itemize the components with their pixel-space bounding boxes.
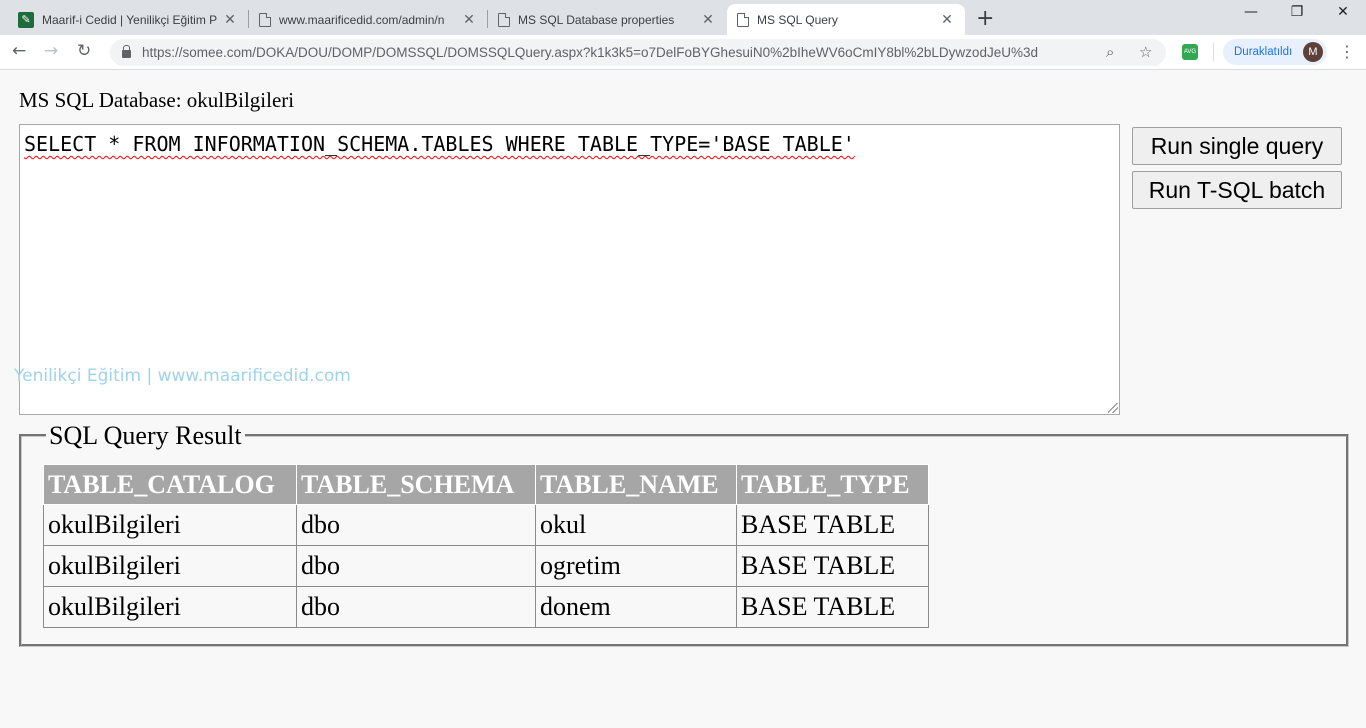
close-icon[interactable]: ✕ [939, 11, 955, 28]
table-cell: donem [535, 586, 737, 628]
toolbar-divider [1213, 43, 1214, 61]
table-row: okulBilgileri dbo donem BASE TABLE [43, 586, 929, 628]
page-icon [498, 12, 510, 27]
column-header: TABLE_NAME [535, 464, 737, 505]
query-result-fieldset: SQL Query Result TABLE_CATALOG TABLE_SCH… [19, 422, 1349, 647]
table-cell: okul [535, 504, 737, 546]
watermark: Yenilikçi Eğitim | www.maarificedid.com [14, 366, 351, 386]
result-table: TABLE_CATALOG TABLE_SCHEMA TABLE_NAME TA… [43, 464, 929, 628]
lock-icon[interactable] [122, 45, 131, 58]
sync-paused-button[interactable]: Duraklatıldı M [1223, 39, 1327, 65]
table-cell: BASE TABLE [736, 586, 929, 628]
result-legend: SQL Query Result [46, 422, 245, 450]
url-text: https://somee.com/DOKA/DOU/DOMP/DOMSSQL/… [142, 45, 1038, 60]
column-header: TABLE_CATALOG [43, 464, 297, 505]
page-title: MS SQL Database: okulBilgileri [19, 88, 295, 112]
tab-title: MS SQL Query [757, 12, 838, 27]
tab-maarif-cedid[interactable]: ✎ Maarif-i Cedid | Yenilikçi Eğitim P ✕ [8, 4, 248, 35]
close-icon[interactable]: ✕ [461, 11, 477, 28]
window-close-icon[interactable]: ✕ [1320, 4, 1366, 20]
avatar: M [1303, 42, 1323, 62]
leaf-icon: ✎ [18, 11, 34, 28]
table-cell: okulBilgileri [43, 545, 297, 587]
tab-ms-sql-query[interactable]: MS SQL Query ✕ [727, 4, 965, 35]
browser-tab-strip: ✎ Maarif-i Cedid | Yenilikçi Eğitim P ✕ … [0, 0, 1366, 35]
address-bar[interactable]: https://somee.com/DOKA/DOU/DOMP/DOMSSQL/… [110, 39, 1166, 66]
new-tab-plus-icon[interactable]: + [976, 6, 994, 31]
table-cell: okulBilgileri [43, 586, 297, 628]
run-tsql-batch-button[interactable]: Run T-SQL batch [1132, 171, 1342, 209]
tab-title: Maarif-i Cedid | Yenilikçi Eğitim P [42, 12, 218, 27]
browser-toolbar: ← → ↻ https://somee.com/DOKA/DOU/DOMP/DO… [0, 35, 1366, 70]
minimize-icon[interactable]: — [1228, 4, 1274, 20]
close-icon[interactable]: ✕ [700, 11, 716, 28]
tab-db-properties[interactable]: MS SQL Database properties ✕ [488, 4, 726, 35]
reload-icon[interactable]: ↻ [77, 41, 91, 61]
bookmark-star-icon[interactable]: ☆ [1139, 43, 1152, 61]
close-icon[interactable]: ✕ [222, 11, 238, 28]
table-cell: BASE TABLE [736, 504, 929, 546]
avg-extension-icon[interactable]: AVG [1182, 44, 1198, 60]
forward-arrow-icon[interactable]: → [44, 41, 58, 61]
run-single-query-button[interactable]: Run single query [1132, 127, 1342, 165]
column-header: TABLE_TYPE [736, 464, 929, 505]
table-cell: dbo [296, 504, 536, 546]
zoom-icon[interactable]: ⌕ [1106, 43, 1114, 61]
table-row: okulBilgileri dbo okul BASE TABLE [43, 504, 929, 546]
tab-title: MS SQL Database properties [518, 12, 675, 27]
table-cell: BASE TABLE [736, 545, 929, 587]
table-row: okulBilgileri dbo ogretim BASE TABLE [43, 545, 929, 587]
sync-status-label: Duraklatıldı [1234, 46, 1293, 58]
table-cell: okulBilgileri [43, 504, 297, 546]
tab-maarificedid-admin[interactable]: www.maarificedid.com/admin/n ✕ [249, 4, 487, 35]
resize-grip-icon[interactable] [1108, 403, 1118, 413]
back-arrow-icon[interactable]: ← [12, 41, 26, 61]
table-cell: dbo [296, 545, 536, 587]
page-icon [737, 12, 749, 27]
tab-title: www.maarificedid.com/admin/n [279, 12, 445, 27]
table-cell: dbo [296, 586, 536, 628]
table-cell: ogretim [535, 545, 737, 587]
page-icon [259, 12, 271, 27]
table-header-row: TABLE_CATALOG TABLE_SCHEMA TABLE_NAME TA… [43, 464, 929, 505]
browser-menu-icon[interactable]: ⋮ [1339, 42, 1355, 61]
sql-query-text: SELECT * FROM INFORMATION_SCHEMA.TABLES … [24, 132, 855, 156]
restore-icon[interactable]: ❐ [1274, 4, 1320, 20]
column-header: TABLE_SCHEMA [296, 464, 536, 505]
